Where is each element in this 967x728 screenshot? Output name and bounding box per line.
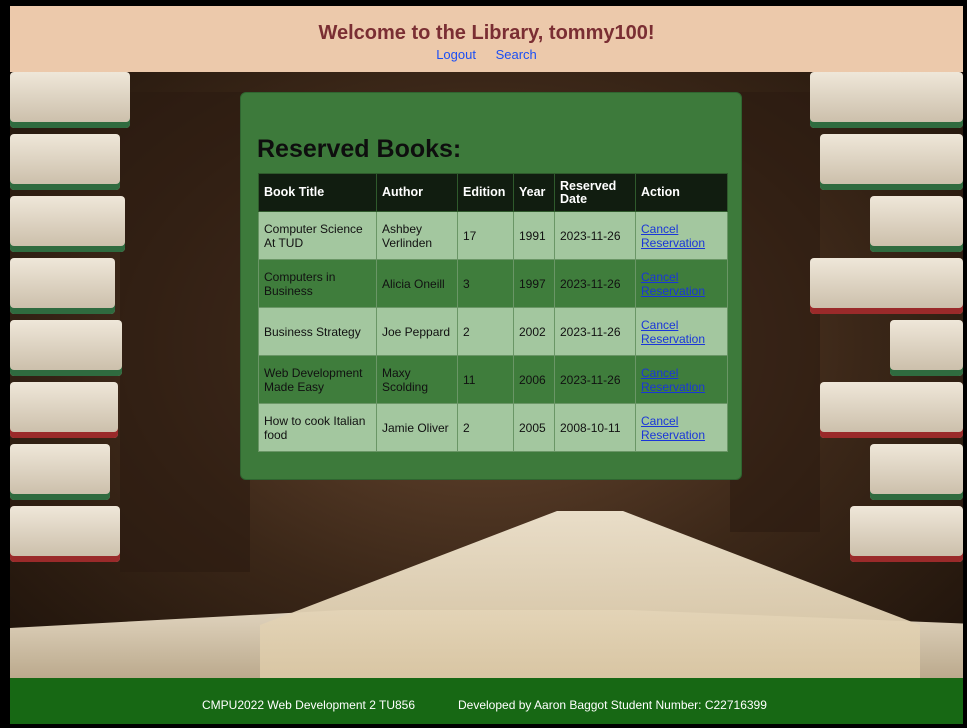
action-cell: Cancel Reservation [635,355,728,404]
footer-developer-text: Developed by Aaron Baggot Student Number… [458,698,767,712]
table-header-row: Book Title Author Edition Year Reserved … [258,173,728,212]
page-footer: CMPU2022 Web Development 2 TU856 Develop… [10,678,963,724]
action-cell: Cancel Reservation [635,259,728,308]
year-cell: 2006 [513,355,555,404]
column-header: Edition [457,173,514,212]
action-cell: Cancel Reservation [635,307,728,356]
book-title-cell: Business Strategy [258,307,377,356]
book-title-cell: Computer Science At TUD [258,211,377,260]
edition-cell: 11 [457,355,514,404]
page-frame: Welcome to the Library, tommy100! Logout… [10,6,963,724]
author-cell: Alicia Oneill [376,259,458,308]
action-cell: Cancel Reservation [635,211,728,260]
bookshelf-left [120,92,250,572]
table-row: Web Development Made Easy Maxy Scolding … [258,355,728,404]
author-cell: Joe Peppard [376,307,458,356]
header-nav: Logout Search [10,47,963,62]
footer-course-text: CMPU2022 Web Development 2 TU856 [202,698,415,712]
year-cell: 2002 [513,307,555,356]
edition-cell: 2 [457,403,514,452]
cancel-reservation-link[interactable]: Cancel Reservation [641,318,705,346]
reserved-date-cell: 2023-11-26 [554,211,636,260]
logout-link[interactable]: Logout [436,47,476,62]
column-header: Action [635,173,728,212]
reserved-books-panel: Reserved Books: Book Title Author Editio… [240,92,742,480]
search-link[interactable]: Search [496,47,537,62]
table-row: How to cook Italian food Jamie Oliver 2 … [258,403,728,452]
book-title-cell: Computers in Business [258,259,377,308]
book-title-cell: Web Development Made Easy [258,355,377,404]
reserved-date-cell: 2008-10-11 [554,403,636,452]
edition-cell: 2 [457,307,514,356]
year-cell: 1991 [513,211,555,260]
reserved-books-table: Book Title Author Edition Year Reserved … [258,173,728,452]
table-row: Business Strategy Joe Peppard 2 2002 202… [258,307,728,356]
column-header: Book Title [258,173,377,212]
table-row: Computers in Business Alicia Oneill 3 19… [258,259,728,308]
open-book [260,511,920,678]
column-header: Year [513,173,555,212]
author-cell: Ashbey Verlinden [376,211,458,260]
cancel-reservation-link[interactable]: Cancel Reservation [641,366,705,394]
edition-cell: 3 [457,259,514,308]
year-cell: 1997 [513,259,555,308]
column-header: Reserved Date [554,173,636,212]
cancel-reservation-link[interactable]: Cancel Reservation [641,270,705,298]
welcome-title: Welcome to the Library, tommy100! [318,22,655,44]
year-cell: 2005 [513,403,555,452]
reserved-date-cell: 2023-11-26 [554,259,636,308]
panel-heading: Reserved Books: [257,135,462,163]
cancel-reservation-link[interactable]: Cancel Reservation [641,414,705,442]
page-header: Welcome to the Library, tommy100! Logout… [10,6,963,73]
reserved-date-cell: 2023-11-26 [554,307,636,356]
column-header: Author [376,173,458,212]
cancel-reservation-link[interactable]: Cancel Reservation [641,222,705,250]
bookshelf-right [730,92,820,532]
table-row: Computer Science At TUD Ashbey Verlinden… [258,211,728,260]
book-title-cell: How to cook Italian food [258,403,377,452]
action-cell: Cancel Reservation [635,403,728,452]
author-cell: Maxy Scolding [376,355,458,404]
edition-cell: 17 [457,211,514,260]
author-cell: Jamie Oliver [376,403,458,452]
reserved-date-cell: 2023-11-26 [554,355,636,404]
